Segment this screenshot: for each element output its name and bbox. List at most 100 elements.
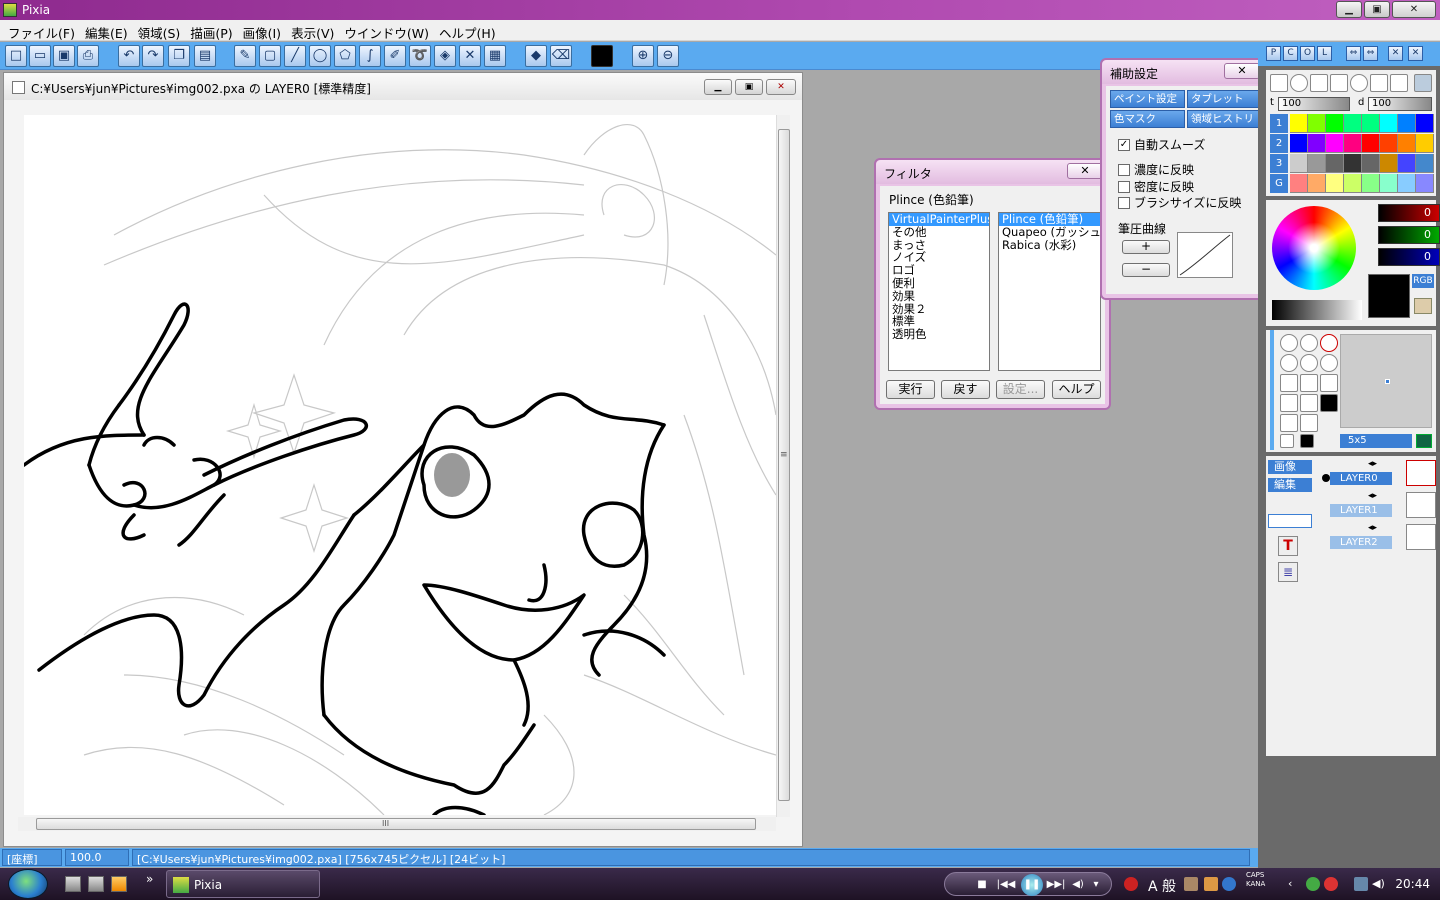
brush-shape-icon[interactable]: [1300, 414, 1318, 432]
gray-gradient-bar[interactable]: [1272, 300, 1362, 320]
canvas-window-titlebar[interactable]: C:¥Users¥jun¥Pictures¥img002.pxa の LAYER…: [4, 73, 802, 100]
panel-tab-c[interactable]: C: [1283, 46, 1298, 61]
density-checkbox[interactable]: 濃度に反映: [1118, 161, 1194, 178]
eraser-icon[interactable]: ⌫: [550, 45, 572, 67]
maximize-button[interactable]: ▣: [1364, 1, 1390, 18]
security-icon[interactable]: [1124, 877, 1138, 891]
palette-swatch[interactable]: [1380, 174, 1398, 193]
palette-swatch[interactable]: [1398, 174, 1416, 193]
palette-swatch[interactable]: [1344, 134, 1362, 153]
brush-shape-icon[interactable]: [1320, 334, 1338, 352]
palette-swatch[interactable]: [1308, 174, 1326, 193]
list-item[interactable]: Rabica (水彩): [999, 238, 1100, 252]
curve-plus-button[interactable]: +: [1122, 240, 1170, 254]
media-player-icon[interactable]: [111, 876, 127, 892]
list-item[interactable]: その他: [889, 225, 989, 239]
ime-pad-icon[interactable]: [1184, 877, 1198, 891]
ink-brush-icon[interactable]: [1310, 74, 1328, 92]
layer-list-icon[interactable]: ≣: [1278, 562, 1298, 582]
volume-button[interactable]: ◀): [1069, 878, 1087, 892]
brush-shape-icon[interactable]: [1300, 334, 1318, 352]
folder-icon[interactable]: [1414, 298, 1432, 314]
drawing-canvas[interactable]: [24, 115, 776, 815]
previous-button[interactable]: |◀◀: [995, 878, 1017, 892]
color-swatch-icon[interactable]: [591, 45, 613, 67]
menu-edit[interactable]: 編集(E): [81, 20, 134, 41]
vertical-scroll-thumb[interactable]: ≡: [778, 129, 790, 801]
quicklaunch-expand[interactable]: »: [146, 872, 153, 886]
brush-shape-icon[interactable]: [1280, 334, 1298, 352]
brush-size-label[interactable]: 5x5: [1340, 434, 1412, 448]
menu-view[interactable]: 表示(V): [287, 20, 340, 41]
brush-shape-icon[interactable]: [1300, 374, 1318, 392]
undo-icon[interactable]: ↶: [118, 45, 140, 67]
color-wheel[interactable]: [1272, 206, 1356, 290]
zoom-in-icon[interactable]: ⊕: [632, 45, 654, 67]
filter-list[interactable]: Plince (色鉛筆) Quapeo (ガッシュ) Rabica (水彩): [998, 212, 1101, 371]
fill-icon[interactable]: ◈: [434, 45, 456, 67]
brush-shape-icon[interactable]: [1280, 374, 1298, 392]
canvas-minimize-button[interactable]: ▁: [704, 79, 732, 95]
brush-shape-icon[interactable]: [1280, 394, 1298, 412]
new-icon[interactable]: □: [5, 45, 27, 67]
tab-tablet[interactable]: タブレット: [1187, 90, 1262, 108]
canvas-maximize-button[interactable]: ▣: [735, 79, 763, 95]
green-slider[interactable]: 0: [1378, 226, 1440, 244]
palette-swatch[interactable]: [1290, 114, 1308, 133]
settings-button[interactable]: 設定...: [996, 380, 1045, 399]
show-desktop-icon[interactable]: [65, 876, 81, 892]
undo-button[interactable]: 戻す: [941, 380, 990, 399]
brush-icon[interactable]: ✐: [384, 45, 406, 67]
list-item[interactable]: 透明色: [889, 328, 989, 341]
edit-menu-button[interactable]: 編集: [1268, 478, 1312, 492]
taskbar-pixia-button[interactable]: Pixia: [166, 870, 320, 898]
brush-shape-icon[interactable]: [1320, 394, 1338, 412]
brush-shape-icon[interactable]: [1280, 414, 1298, 432]
curve-minus-button[interactable]: −: [1122, 263, 1170, 277]
palette-swatch[interactable]: [1344, 114, 1362, 133]
palette-swatch[interactable]: [1326, 114, 1344, 133]
start-button[interactable]: [8, 869, 48, 899]
palette-swatch[interactable]: [1398, 134, 1416, 153]
horizontal-scrollbar[interactable]: III: [18, 817, 776, 831]
update-icon[interactable]: [1324, 877, 1338, 891]
stop-button[interactable]: ■: [975, 878, 989, 892]
palette-swatch[interactable]: [1290, 134, 1308, 153]
texture-icon[interactable]: [1416, 434, 1432, 448]
next-button[interactable]: ▶▶|: [1045, 878, 1067, 892]
zoom-out-icon[interactable]: ⊖: [657, 45, 679, 67]
clear-icon[interactable]: ✕: [459, 45, 481, 67]
panel-tab-l[interactable]: L: [1317, 46, 1332, 61]
network-users-icon[interactable]: [1306, 877, 1320, 891]
panel-tab-o[interactable]: O: [1300, 46, 1315, 61]
ime-mode[interactable]: A 般: [1148, 876, 1176, 896]
layer-item-layer2[interactable]: ◂▸ LAYER2: [1326, 522, 1436, 552]
panel-close-icon[interactable]: ✕: [1388, 46, 1403, 61]
brush-dropdown-icon[interactable]: [1414, 74, 1432, 92]
color-palette-grid[interactable]: 123G: [1270, 114, 1434, 194]
palette-swatch[interactable]: [1326, 154, 1344, 173]
lasso-icon[interactable]: ➰: [409, 45, 431, 67]
line-icon[interactable]: ╱: [284, 45, 306, 67]
pencil-icon[interactable]: ✎: [234, 45, 256, 67]
brush-shape-icon[interactable]: [1320, 374, 1338, 392]
vertical-scrollbar[interactable]: ≡: [776, 115, 790, 817]
palette-swatch[interactable]: [1308, 134, 1326, 153]
layer-item-layer1[interactable]: ◂▸ LAYER1: [1326, 490, 1436, 520]
palette-swatch[interactable]: [1416, 134, 1434, 153]
menu-help[interactable]: ヘルプ(H): [435, 20, 502, 41]
copy-icon[interactable]: ❐: [168, 45, 190, 67]
soft-brush-icon[interactable]: [1350, 74, 1368, 92]
stamp-icon[interactable]: ◆: [525, 45, 547, 67]
media-menu-button[interactable]: ▾: [1089, 878, 1103, 892]
filter-dialog-close-button[interactable]: ✕: [1067, 163, 1103, 179]
palette-swatch[interactable]: [1326, 134, 1344, 153]
list-item[interactable]: VirtualPainterPlus: [889, 213, 989, 226]
close-button[interactable]: ✕: [1392, 1, 1436, 18]
list-item[interactable]: Quapeo (ガッシュ): [999, 225, 1100, 239]
current-color-swatch[interactable]: [1368, 274, 1410, 318]
network-icon[interactable]: [1354, 877, 1368, 891]
canvas-close-button[interactable]: ✕: [766, 79, 796, 95]
brush-shape-icon[interactable]: [1280, 354, 1298, 372]
menu-draw[interactable]: 描画(P): [186, 20, 238, 41]
